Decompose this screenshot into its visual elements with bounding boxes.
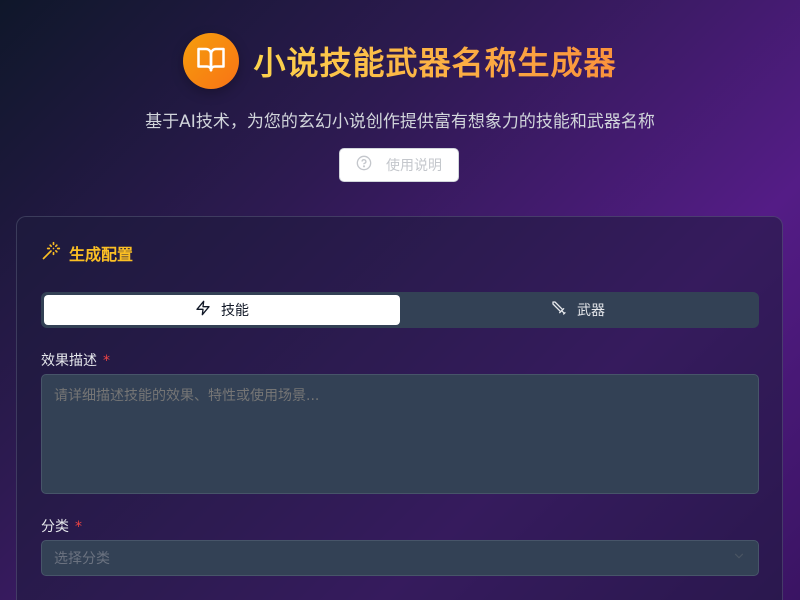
category-label: 分类 * bbox=[41, 519, 82, 535]
help-button-label: 使用说明 bbox=[386, 158, 442, 174]
required-mark: * bbox=[103, 353, 110, 369]
page-subtitle: 基于AI技术，为您的玄幻小说创作提供富有想象力的技能和武器名称 bbox=[145, 112, 655, 132]
magic-wand-icon bbox=[41, 241, 61, 265]
description-textarea[interactable] bbox=[41, 374, 759, 494]
description-label: 效果描述 * bbox=[41, 353, 110, 369]
tab-weapon[interactable]: 武器 bbox=[400, 295, 756, 325]
lightning-icon bbox=[195, 300, 211, 320]
panel-title: 生成配置 bbox=[41, 241, 133, 265]
page-title: 小说技能武器名称生成器 bbox=[253, 38, 616, 84]
category-placeholder: 选择分类 bbox=[54, 551, 110, 567]
generation-config-panel: 生成配置 技能 武器 效果描述* 分类* 选择分类 bbox=[16, 216, 783, 600]
panel-title-label: 生成配置 bbox=[69, 245, 134, 264]
help-button[interactable]: 使用说明 bbox=[339, 148, 459, 182]
tab-skill[interactable]: 技能 bbox=[44, 295, 400, 325]
chevron-down-icon bbox=[732, 549, 746, 567]
type-tabs: 技能 武器 bbox=[41, 292, 759, 328]
required-mark: * bbox=[75, 519, 82, 535]
tab-weapon-label: 武器 bbox=[577, 303, 605, 319]
tab-skill-label: 技能 bbox=[221, 303, 249, 319]
question-circle-icon bbox=[356, 155, 372, 175]
logo bbox=[183, 33, 240, 89]
category-select[interactable]: 选择分类 bbox=[41, 540, 759, 576]
open-book-icon bbox=[196, 44, 226, 78]
title-row: 小说技能武器名称生成器 bbox=[0, 33, 800, 89]
sword-icon bbox=[551, 300, 567, 320]
